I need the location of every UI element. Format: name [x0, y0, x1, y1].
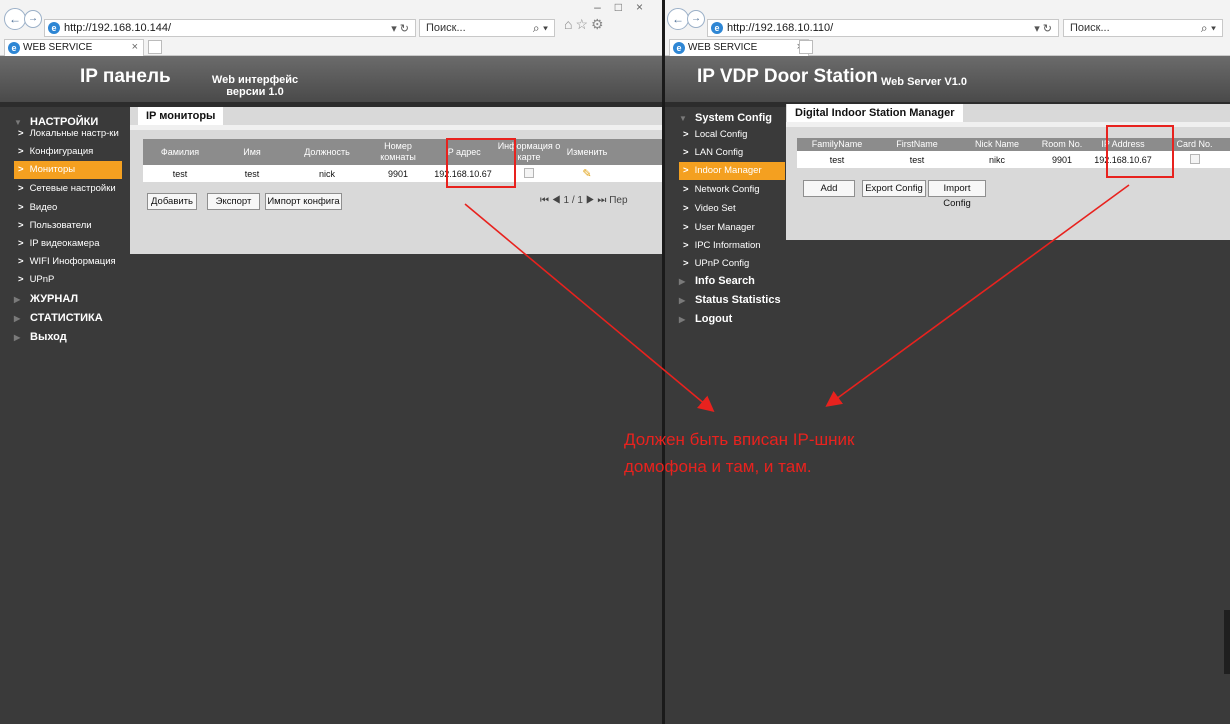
annotation-text: Должен быть вписан IP-шник домофона и та…	[624, 426, 854, 480]
arrow-left	[464, 203, 715, 413]
annotation-arrows	[464, 184, 1130, 413]
annotation-line2: домофона и там, и там.	[624, 457, 812, 476]
annotation-line1: Должен быть вписан IP-шник	[624, 430, 855, 449]
arrow-right	[825, 184, 1130, 407]
